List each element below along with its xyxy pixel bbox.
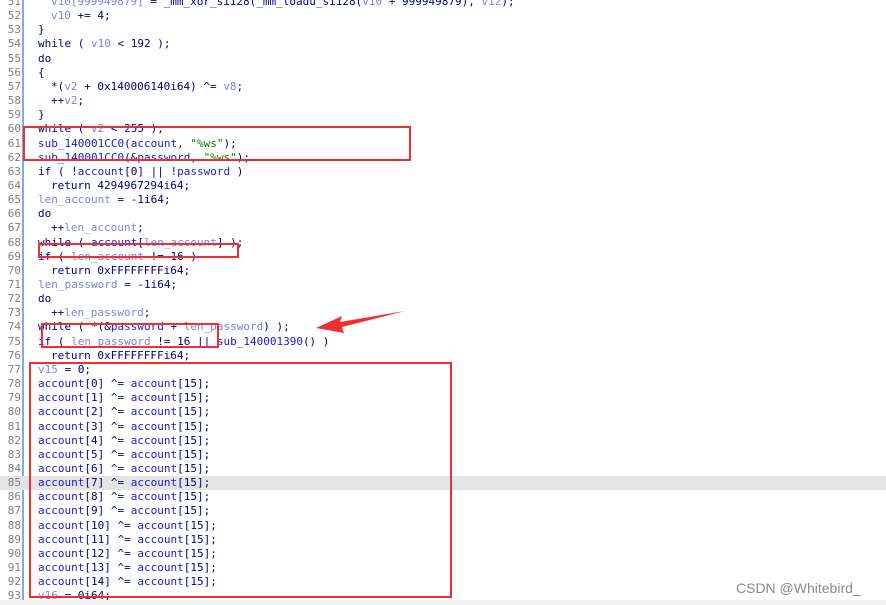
annotation-arrow-icon bbox=[316, 311, 405, 333]
watermark: CSDN @Whitebird_ bbox=[736, 580, 861, 596]
horizontal-scrollbar[interactable] bbox=[0, 600, 886, 605]
